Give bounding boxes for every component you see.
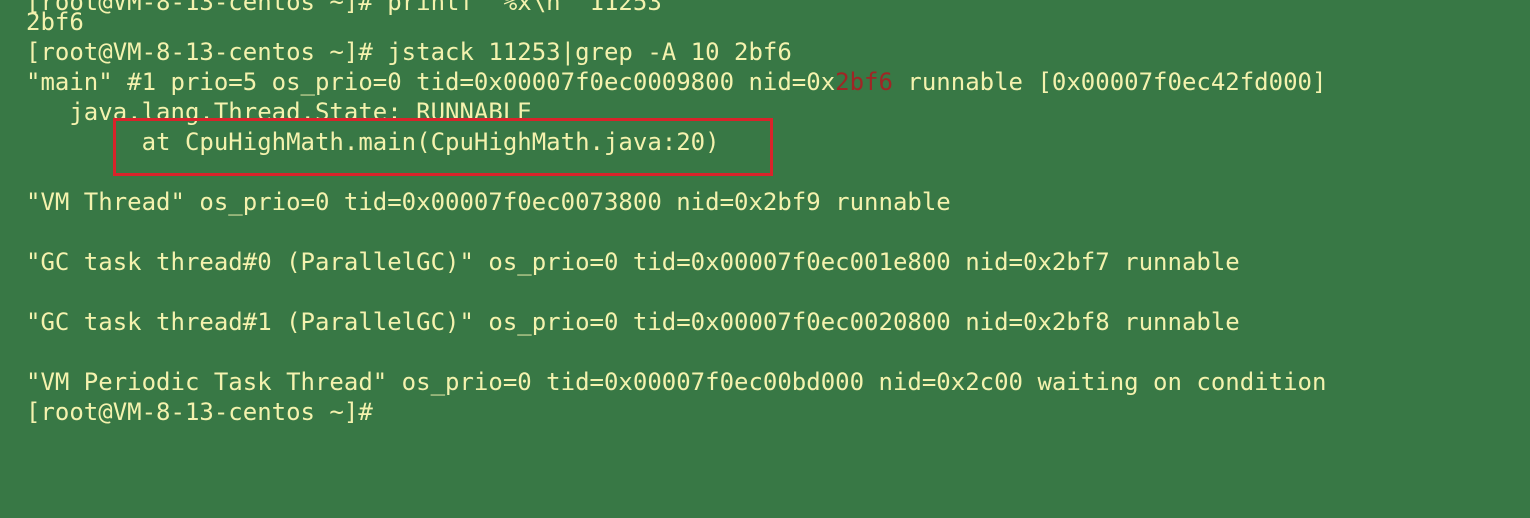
terminal-line-hex-output: 2bf6 bbox=[26, 8, 84, 36]
terminal-line-vm-periodic-task-thread: "VM Periodic Task Thread" os_prio=0 tid=… bbox=[26, 368, 1327, 396]
main-thread-suffix: runnable [0x00007f0ec42fd000] bbox=[892, 68, 1327, 96]
terminal-prompt[interactable]: [root@VM-8-13-centos ~]# bbox=[26, 397, 373, 427]
main-thread-prefix: "main" #1 prio=5 os_prio=0 tid=0x00007f0… bbox=[26, 68, 836, 96]
terminal-line-jstack-command: [root@VM-8-13-centos ~]# jstack 11253|gr… bbox=[26, 38, 792, 66]
terminal-line-vm-thread: "VM Thread" os_prio=0 tid=0x00007f0ec007… bbox=[26, 188, 951, 216]
terminal-line-gc-thread-1: "GC task thread#1 (ParallelGC)" os_prio=… bbox=[26, 308, 1240, 336]
terminal-line-gc-thread-0: "GC task thread#0 (ParallelGC)" os_prio=… bbox=[26, 248, 1240, 276]
annotation-highlight-box bbox=[113, 118, 773, 176]
terminal-window[interactable]: [root@VM-8-13-centos ~]# printf "%x\n" 1… bbox=[0, 0, 1530, 518]
highlighted-nid: 2bf6 bbox=[835, 68, 893, 96]
terminal-line-main-thread: "main" #1 prio=5 os_prio=0 tid=0x00007f0… bbox=[26, 67, 1326, 97]
terminal-line-printf-command: [root@VM-8-13-centos ~]# printf "%x\n" 1… bbox=[26, 0, 662, 16]
